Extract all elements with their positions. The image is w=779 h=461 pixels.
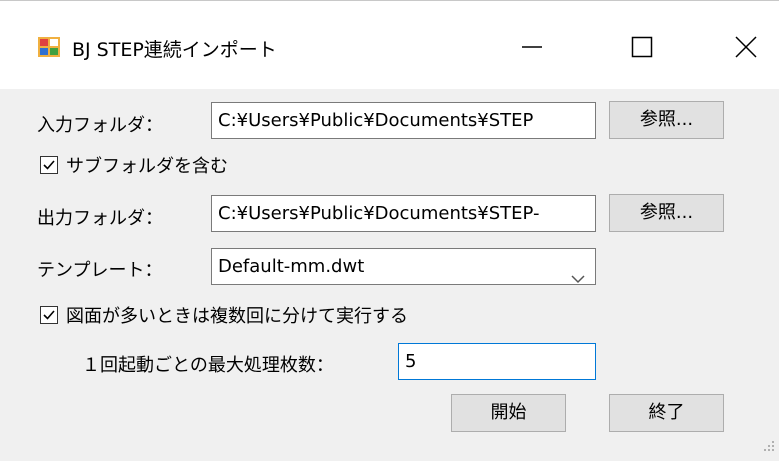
output-folder-field[interactable]: C:¥Users¥Public¥Documents¥STEP- bbox=[211, 195, 596, 232]
dialog-window: BJ STEP連続インポート 入力フォルダ： C:¥Users¥Public¥D… bbox=[0, 0, 779, 461]
output-browse-button[interactable]: 参照... bbox=[609, 194, 724, 232]
template-label: テンプレート： bbox=[37, 260, 163, 281]
subfolder-label[interactable]: サブフォルダを含む bbox=[66, 152, 228, 178]
template-dropdown[interactable]: Default-mm.dwt bbox=[211, 248, 596, 285]
chevron-down-icon bbox=[571, 261, 585, 296]
title-bar[interactable]: BJ STEP連続インポート bbox=[0, 1, 779, 89]
split-run-label[interactable]: 図面が多いときは複数回に分けて実行する bbox=[66, 302, 408, 328]
max-per-run-label: １回起動ごとの最大処理枚数： bbox=[82, 355, 334, 376]
template-selected-value: Default-mm.dwt bbox=[218, 256, 365, 277]
subfolder-checkbox[interactable] bbox=[40, 156, 58, 174]
input-folder-field[interactable]: C:¥Users¥Public¥Documents¥STEP bbox=[211, 102, 596, 139]
minimize-button[interactable] bbox=[502, 25, 562, 69]
window-title: BJ STEP連続インポート bbox=[72, 39, 277, 61]
split-run-checkbox[interactable] bbox=[40, 306, 58, 324]
check-icon bbox=[43, 310, 55, 320]
app-icon bbox=[38, 37, 60, 57]
maximize-button[interactable] bbox=[612, 25, 672, 69]
max-per-run-field[interactable]: 5 bbox=[398, 343, 596, 380]
resize-grip-icon[interactable] bbox=[763, 436, 775, 457]
input-browse-button[interactable]: 参照... bbox=[609, 101, 724, 139]
close-icon bbox=[735, 36, 757, 58]
start-button[interactable]: 開始 bbox=[451, 394, 566, 432]
check-icon bbox=[43, 160, 55, 170]
close-button[interactable] bbox=[716, 25, 776, 69]
input-folder-label: 入力フォルダ： bbox=[37, 115, 163, 136]
maximize-icon bbox=[631, 36, 653, 58]
minimize-icon bbox=[522, 46, 542, 48]
exit-button[interactable]: 終了 bbox=[609, 394, 724, 432]
output-folder-label: 出力フォルダ： bbox=[37, 208, 163, 229]
